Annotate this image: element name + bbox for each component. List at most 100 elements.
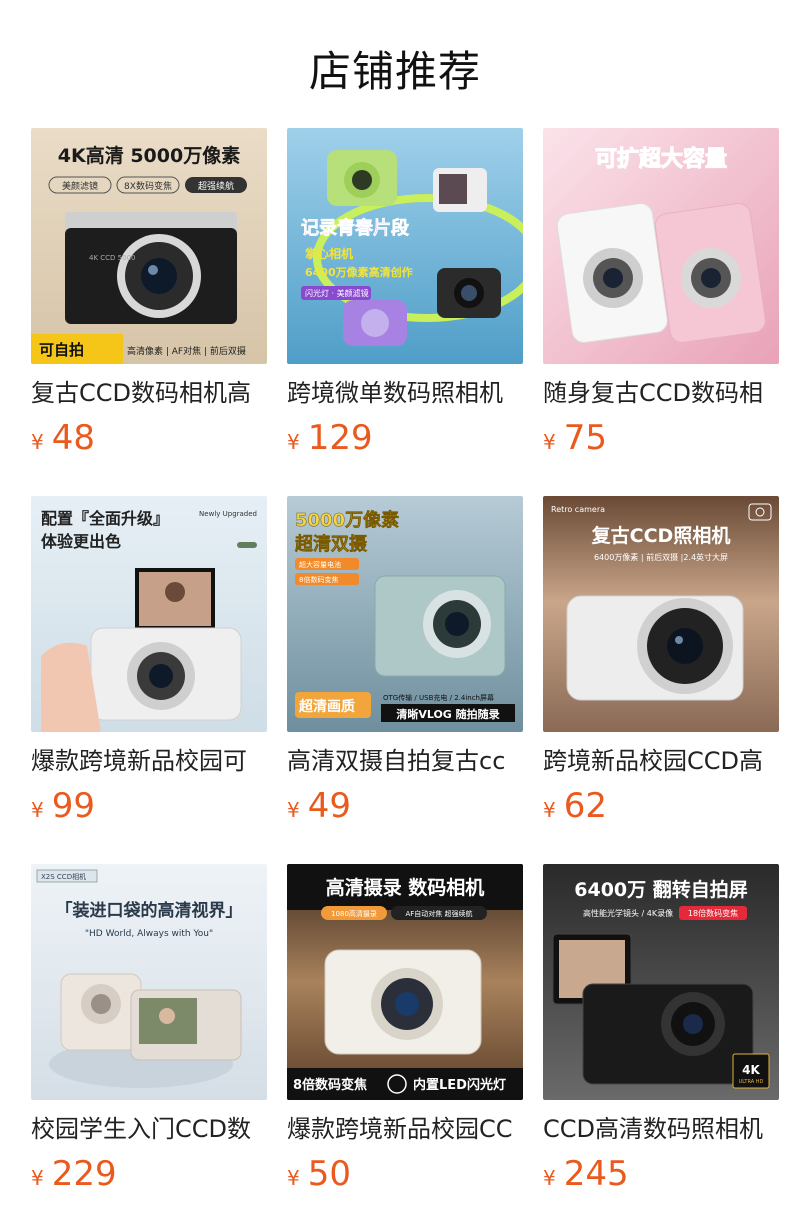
price-value: 99 <box>51 786 95 826</box>
product-image[interactable]: 4K高清 5000万像素 美颜滤镜 8X数码变焦 超强续航 4K CCD 500… <box>31 128 267 364</box>
currency-symbol: ¥ <box>287 798 300 822</box>
product-title[interactable]: 高清双摄自拍复古cc <box>287 746 523 776</box>
image-headline: 高清摄录 数码相机 <box>326 876 485 899</box>
product-title[interactable]: 随身复古CCD数码相 <box>543 378 779 408</box>
product-image[interactable]: 6400万 翻转自拍屏 高性能光学镜头 / 4K录像 18倍数码变焦 4K UL… <box>543 864 779 1100</box>
currency-symbol: ¥ <box>543 798 556 822</box>
product-image-art: 6400万 翻转自拍屏 高性能光学镜头 / 4K录像 18倍数码变焦 4K UL… <box>543 864 779 1100</box>
product-price: ¥49 <box>287 786 523 826</box>
image-badge: 4K <box>742 1063 760 1077</box>
price-value: 245 <box>563 1154 629 1194</box>
product-title[interactable]: 校园学生入门CCD数 <box>31 1114 267 1144</box>
image-badge: 可自拍 <box>39 341 84 359</box>
image-headline: 5000万像素 <box>295 510 399 531</box>
product-price: ¥50 <box>287 1154 523 1194</box>
product-image-art: X2S CCD相机 「装进口袋的高清视界」 "HD World, Always … <box>31 864 267 1100</box>
currency-symbol: ¥ <box>543 430 556 454</box>
price-value: 62 <box>563 786 607 826</box>
image-headline: 记录青春片段 <box>301 217 410 239</box>
currency-symbol: ¥ <box>31 798 44 822</box>
currency-symbol: ¥ <box>543 1166 556 1190</box>
product-price: ¥229 <box>31 1154 267 1194</box>
product-title[interactable]: 爆款跨境新品校园可 <box>31 746 267 776</box>
image-chip: 超大容量电池 <box>299 560 341 569</box>
image-headline: 体验更出色 <box>41 532 121 551</box>
product-price: ¥48 <box>31 418 267 458</box>
image-headline: 6400万 翻转自拍屏 <box>574 878 748 901</box>
image-corner-label: Newly Upgraded <box>199 510 257 518</box>
currency-symbol: ¥ <box>287 430 300 454</box>
product-image[interactable]: 高清摄录 数码相机 1080高清摄录 AF自动对焦 超强续航 8倍数码变焦 内置… <box>287 864 523 1100</box>
image-chip: 18倍数码变焦 <box>688 908 738 918</box>
product-image[interactable]: 5000万像素 超清双摄 超大容量电池 8倍数码变焦 超清画质 OTG传输 / … <box>287 496 523 732</box>
price-value: 48 <box>51 418 95 458</box>
product-card[interactable]: 6400万 翻转自拍屏 高性能光学镜头 / 4K录像 18倍数码变焦 4K UL… <box>543 864 779 1194</box>
product-price: ¥75 <box>543 418 779 458</box>
price-value: 229 <box>51 1154 117 1194</box>
image-bottom-label: 内置LED闪光灯 <box>413 1077 506 1093</box>
image-sub: 6400万像素 | 前后双摄 |2.4英寸大屏 <box>594 552 728 562</box>
image-corner-label: Retro camera <box>551 505 605 514</box>
image-specs: OTG传输 / USB充电 / 2.4inch屏幕 <box>383 693 494 702</box>
image-sub: "HD World, Always with You" <box>85 929 213 939</box>
product-price: ¥62 <box>543 786 779 826</box>
image-headline: 可扩超大容量 <box>595 146 727 172</box>
product-card[interactable]: 高清摄录 数码相机 1080高清摄录 AF自动对焦 超强续航 8倍数码变焦 内置… <box>287 864 523 1194</box>
product-image[interactable]: X2S CCD相机 「装进口袋的高清视界」 "HD World, Always … <box>31 864 267 1100</box>
product-image-art: 4K高清 5000万像素 美颜滤镜 8X数码变焦 超强续航 4K CCD 500… <box>31 128 267 364</box>
image-sub: 高性能光学镜头 / 4K录像 <box>583 908 673 918</box>
product-image[interactable]: 配置『全面升级』 体验更出色 Newly Upgraded <box>31 496 267 732</box>
image-headline: 超清双摄 <box>295 533 368 555</box>
product-card[interactable]: Retro camera 复古CCD照相机 6400万像素 | 前后双摄 |2.… <box>543 496 779 826</box>
price-value: 50 <box>307 1154 351 1194</box>
price-value: 49 <box>307 786 351 826</box>
product-image[interactable]: 可扩超大容量 <box>543 128 779 364</box>
currency-symbol: ¥ <box>31 430 44 454</box>
image-slogan: 清晰VLOG 随拍随录 <box>396 707 499 721</box>
product-card[interactable]: 可扩超大容量 随身复古CCD数码相 ¥75 <box>543 128 779 458</box>
product-price: ¥99 <box>31 786 267 826</box>
product-card[interactable]: X2S CCD相机 「装进口袋的高清视界」 "HD World, Always … <box>31 864 267 1194</box>
image-sub: 6400万像素高清创作 <box>305 265 413 279</box>
currency-symbol: ¥ <box>287 1166 300 1190</box>
product-title[interactable]: 复古CCD数码相机高 <box>31 378 267 408</box>
image-chip: 闪光灯 · 美颜滤镜 <box>305 288 369 298</box>
product-card[interactable]: 5000万像素 超清双摄 超大容量电池 8倍数码变焦 超清画质 OTG传输 / … <box>287 496 523 826</box>
product-card[interactable]: 4K高清 5000万像素 美颜滤镜 8X数码变焦 超强续航 4K CCD 500… <box>31 128 267 458</box>
image-chip: 8倍数码变焦 <box>299 575 338 584</box>
image-headline: 「装进口袋的高清视界」 <box>56 900 243 921</box>
product-image-art: 配置『全面升级』 体验更出色 Newly Upgraded <box>31 496 267 732</box>
image-chip: 美颜滤镜 <box>62 180 98 192</box>
image-badge: ULTRA HD <box>739 1079 764 1085</box>
image-bottom-label: 8倍数码变焦 <box>293 1077 367 1093</box>
image-chip: AF自动对焦 超强续航 <box>405 909 472 918</box>
product-card[interactable]: 配置『全面升级』 体验更出色 Newly Upgraded 爆款跨境新品校园可 … <box>31 496 267 826</box>
price-value: 129 <box>307 418 373 458</box>
image-chip: 1080高清摄录 <box>331 909 377 918</box>
product-image-art: 可扩超大容量 <box>543 128 779 364</box>
image-features: 高清像素 | AF对焦 | 前后双摄 <box>127 345 246 357</box>
image-badge: 超清画质 <box>298 698 355 715</box>
image-headline: 配置『全面升级』 <box>41 509 169 528</box>
product-price: ¥129 <box>287 418 523 458</box>
product-title[interactable]: 跨境新品校园CCD高 <box>543 746 779 776</box>
product-image-art: Retro camera 复古CCD照相机 6400万像素 | 前后双摄 |2.… <box>543 496 779 732</box>
image-chip: 超强续航 <box>198 180 234 192</box>
page-title: 店铺推荐 <box>308 47 481 96</box>
image-tag: X2S CCD相机 <box>41 872 86 881</box>
currency-symbol: ¥ <box>31 1166 44 1190</box>
product-image-art: 5000万像素 超清双摄 超大容量电池 8倍数码变焦 超清画质 OTG传输 / … <box>287 496 523 732</box>
product-image-art: 高清摄录 数码相机 1080高清摄录 AF自动对焦 超强续航 8倍数码变焦 内置… <box>287 864 523 1100</box>
image-headline: 4K高清 5000万像素 <box>58 144 240 167</box>
product-card[interactable]: 记录青春片段 掌心相机 6400万像素高清创作 闪光灯 · 美颜滤镜 跨境微单数… <box>287 128 523 458</box>
image-sub: 掌心相机 <box>305 246 353 261</box>
product-image[interactable]: Retro camera 复古CCD照相机 6400万像素 | 前后双摄 |2.… <box>543 496 779 732</box>
camera-label: 4K CCD 5000 <box>89 254 135 262</box>
product-image-art: 记录青春片段 掌心相机 6400万像素高清创作 闪光灯 · 美颜滤镜 <box>287 128 523 364</box>
product-image[interactable]: 记录青春片段 掌心相机 6400万像素高清创作 闪光灯 · 美颜滤镜 <box>287 128 523 364</box>
product-title[interactable]: 爆款跨境新品校园CC <box>287 1114 523 1144</box>
image-chip: 8X数码变焦 <box>124 180 172 192</box>
product-title[interactable]: CCD高清数码照相机 <box>543 1114 779 1144</box>
product-title[interactable]: 跨境微单数码照相机 <box>287 378 523 408</box>
price-value: 75 <box>563 418 607 458</box>
